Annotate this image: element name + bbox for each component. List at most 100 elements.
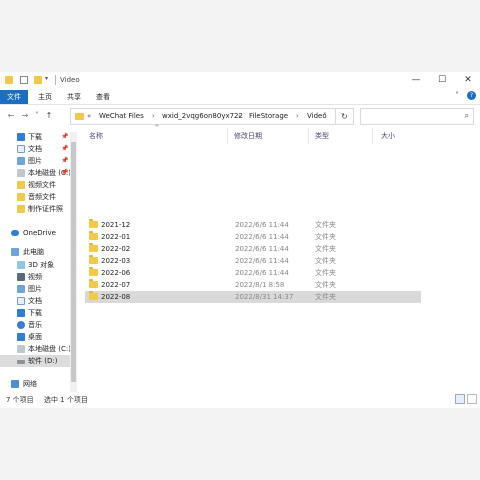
- minimize-button[interactable]: —: [408, 73, 424, 87]
- table-row[interactable]: 2022-02 2022/6/6 11:44 文件夹: [85, 243, 421, 255]
- details-view-button[interactable]: [455, 394, 465, 404]
- folder-icon: [89, 279, 98, 288]
- search-icon: ⌕: [464, 111, 469, 120]
- table-row[interactable]: 2022-03 2022/6/6 11:44 文件夹: [85, 255, 421, 267]
- sidebar-item-videos[interactable]: 视频: [0, 271, 78, 283]
- sidebar-item-software-d[interactable]: 软件 (D:): [0, 355, 70, 367]
- sidebar-item-pictures[interactable]: 图片: [0, 283, 78, 295]
- help-icon[interactable]: ?: [467, 91, 476, 100]
- sidebar-item-local-disk-c[interactable]: 本地磁盘 (C:): [0, 343, 78, 355]
- column-divider[interactable]: [227, 128, 228, 144]
- file-name: 2022-06: [101, 269, 131, 277]
- properties-icon[interactable]: [20, 76, 28, 84]
- sidebar-item-label: 此电脑: [23, 248, 44, 256]
- sidebar-item-downloads-pinned[interactable]: 下载 📌: [0, 131, 78, 143]
- refresh-button[interactable]: ↻: [336, 108, 354, 125]
- breadcrumb-separator[interactable]: ›: [296, 112, 299, 120]
- file-list: ^ 名称 修改日期 类型 大小 2021-12 2022/6/6 11:44 文…: [82, 124, 480, 392]
- table-row[interactable]: 2022-06 2022/6/6 11:44 文件夹: [85, 267, 421, 279]
- file-type: 文件夹: [315, 233, 336, 241]
- sidebar-item-pictures-pinned[interactable]: 图片 📌: [0, 155, 78, 167]
- tab-file[interactable]: 文件: [0, 90, 28, 104]
- up-button[interactable]: ↑: [44, 111, 54, 121]
- pin-icon: 📌: [61, 133, 69, 140]
- column-header-size[interactable]: 大小: [381, 130, 395, 142]
- file-date: 2022/6/6 11:44: [235, 269, 289, 277]
- sidebar-item-desktop[interactable]: 桌面: [0, 331, 78, 343]
- drive-icon: [17, 360, 25, 364]
- tab-home[interactable]: 主页: [34, 90, 56, 104]
- back-button[interactable]: ←: [6, 111, 16, 121]
- column-header-date[interactable]: 修改日期: [234, 130, 262, 142]
- sidebar-item-documents-pinned[interactable]: 文档 📌: [0, 143, 78, 155]
- tab-share[interactable]: 共享: [63, 90, 85, 104]
- folder-icon: [75, 113, 84, 120]
- sidebar-item-downloads[interactable]: 下载: [0, 307, 78, 319]
- address-bar[interactable]: « WeChat Files › wxid_2vqg6on80yx722 › F…: [70, 108, 336, 125]
- status-bar: 7 个项目 选中 1 个项目: [0, 392, 480, 408]
- sidebar-scrollbar-thumb[interactable]: [71, 142, 76, 382]
- breadcrumb-overflow[interactable]: «: [87, 112, 91, 120]
- folder-icon: [17, 193, 25, 201]
- ribbon-expand-icon[interactable]: ˅: [455, 91, 459, 100]
- sidebar-item-label: 图片: [28, 285, 42, 293]
- address-row: ← → ˅ ↑ « WeChat Files › wxid_2vqg6on80y…: [0, 106, 480, 127]
- sidebar-item-network[interactable]: 网络: [0, 378, 78, 390]
- sidebar-item-audio-files[interactable]: 音频文件: [0, 191, 78, 203]
- table-row-selected[interactable]: 2022-08 2022/8/31 14:37 文件夹: [85, 291, 421, 303]
- forward-button[interactable]: →: [20, 111, 30, 121]
- recent-locations-icon[interactable]: ˅: [32, 111, 42, 121]
- file-date: 2022/6/6 11:44: [235, 221, 289, 229]
- item-count: 7 个项目: [6, 396, 34, 404]
- tab-view[interactable]: 查看: [92, 90, 114, 104]
- sidebar-item-video-files[interactable]: 视频文件: [0, 179, 78, 191]
- sidebar-item-label: 下载: [28, 309, 42, 317]
- sidebar-item-this-pc[interactable]: 此电脑: [0, 246, 78, 258]
- sidebar-item-label: 网络: [23, 380, 37, 388]
- download-icon: [17, 309, 25, 317]
- table-row[interactable]: 2022-01 2022/6/6 11:44 文件夹: [85, 231, 421, 243]
- folder-icon: [5, 76, 13, 84]
- sidebar-item-label: 桌面: [28, 333, 42, 341]
- file-name: 2022-07: [101, 281, 131, 289]
- file-name: 2022-02: [101, 245, 131, 253]
- breadcrumb-separator[interactable]: ›: [152, 112, 155, 120]
- sidebar-item-local-disk-c-pinned[interactable]: 本地磁盘 (C:) 📌: [0, 167, 78, 179]
- music-icon: [17, 321, 25, 329]
- folder-icon: [17, 205, 25, 213]
- sidebar-item-3d-objects[interactable]: 3D 对象: [0, 259, 78, 271]
- breadcrumb-wxid[interactable]: wxid_2vqg6on80yx722: [162, 112, 243, 120]
- large-icons-view-button[interactable]: [467, 394, 477, 404]
- breadcrumb-wechat-files[interactable]: WeChat Files: [99, 112, 144, 120]
- file-name: 2021-12: [101, 221, 131, 229]
- quick-access-dropdown-icon[interactable]: ▾: [45, 75, 48, 82]
- file-type: 文件夹: [315, 281, 336, 289]
- sidebar-item-onedrive[interactable]: OneDrive: [0, 227, 78, 239]
- sidebar-item-documents[interactable]: 文档: [0, 295, 78, 307]
- sidebar-item-id-photo[interactable]: 制作证件照: [0, 203, 78, 215]
- breadcrumb-separator[interactable]: ›: [238, 112, 241, 120]
- column-header-name[interactable]: 名称: [89, 130, 103, 142]
- table-row[interactable]: 2021-12 2022/6/6 11:44 文件夹: [85, 219, 421, 231]
- network-icon: [11, 380, 19, 388]
- search-input[interactable]: ⌕: [360, 108, 474, 125]
- sidebar-item-label: 文档: [28, 145, 42, 153]
- new-folder-icon[interactable]: [34, 76, 42, 84]
- document-icon: [17, 297, 25, 305]
- maximize-button[interactable]: ☐: [434, 73, 450, 87]
- ribbon-tabs: 文件 主页 共享 查看 ˅ ?: [0, 89, 480, 105]
- close-button[interactable]: ✕: [460, 73, 476, 87]
- sidebar-item-label: 软件 (D:): [28, 357, 58, 365]
- table-row[interactable]: 2022-07 2022/8/1 8:58 文件夹: [85, 279, 421, 291]
- file-type: 文件夹: [315, 293, 336, 301]
- sidebar-item-label: 音频文件: [28, 193, 56, 201]
- sidebar-item-music[interactable]: 音乐: [0, 319, 78, 331]
- address-dropdown-icon[interactable]: ˅: [323, 112, 327, 120]
- pin-icon: 📌: [61, 145, 69, 152]
- column-divider[interactable]: [372, 128, 373, 144]
- sidebar-item-label: 视频: [28, 273, 42, 281]
- column-header-type[interactable]: 类型: [315, 130, 329, 142]
- breadcrumb-filestorage[interactable]: FileStorage: [249, 112, 288, 120]
- column-divider[interactable]: [308, 128, 309, 144]
- file-type: 文件夹: [315, 245, 336, 253]
